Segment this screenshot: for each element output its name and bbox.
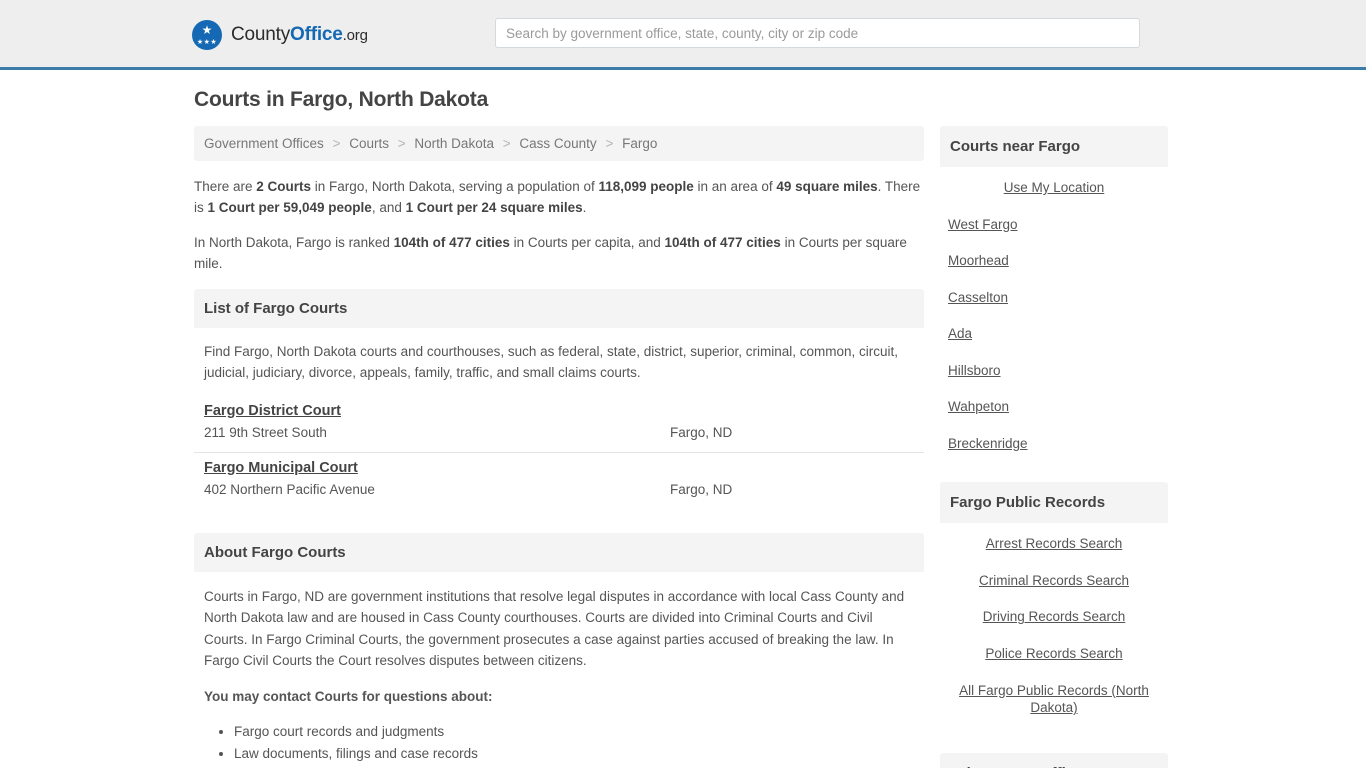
intro-text: In North Dakota, Fargo is ranked [194,234,394,250]
breadcrumb-item-north-dakota[interactable]: North Dakota [414,136,494,151]
court-detail-line: 402 Northern Pacific Avenue Fargo, ND [204,482,914,497]
breadcrumb-item-cass-county[interactable]: Cass County [519,136,596,151]
intro-text: . [582,199,587,215]
about-courts-lead: You may contact Courts for questions abo… [204,688,493,704]
stat-rank-per-capita: 104th of 477 cities [393,234,510,250]
breadcrumb-item-government-offices[interactable]: Government Offices [204,136,324,151]
stat-rank-per-sq-mile: 104th of 477 cities [664,234,781,250]
logo-text: CountyOffice.org [231,24,368,46]
breadcrumb: Government Offices > Courts > North Dako… [194,126,924,161]
sidebar-item-breckenridge[interactable]: Breckenridge [940,435,1168,453]
stat-courts-per-area: 1 Court per 24 square miles [405,199,583,215]
breadcrumb-separator: > [397,136,406,151]
intro-stats: There are 2 Courts in Fargo, North Dakot… [194,177,924,275]
stat-courts-per-people: 1 Court per 59,049 people [207,199,372,215]
stat-population: 118,099 people [598,179,694,194]
site-logo[interactable]: ★ ★★★ CountyOffice.org [192,20,368,50]
logo-text-office: Office [290,24,343,45]
table-row: Fargo District Court 211 9th Street Sout… [194,396,924,453]
breadcrumb-item-courts[interactable]: Courts [349,136,389,151]
breadcrumb-separator: > [332,136,341,151]
page-body: Courts in Fargo, North Dakota Government… [0,88,1366,768]
sidebar-item-casselton[interactable]: Casselton [940,289,1168,307]
list-of-courts-description: Find Fargo, North Dakota courts and cour… [204,343,899,380]
main-content: Government Offices > Courts > North Dako… [194,126,924,768]
intro-text: in an area of [693,179,777,194]
list-of-courts-body: Find Fargo, North Dakota courts and cour… [194,328,924,384]
all-fargo-public-records-link[interactable]: All Fargo Public Records (North Dakota) [940,682,1168,717]
about-courts-panel: About Fargo Courts Courts in Fargo, ND a… [194,532,924,768]
other-fargo-offices-heading: Other Fargo Offices [940,752,1168,768]
intro-paragraph-2: In North Dakota, Fargo is ranked 104th o… [194,233,924,275]
about-courts-bullet-list: Fargo court records and judgments Law do… [204,722,914,768]
court-city-state: Fargo, ND [670,424,733,440]
intro-paragraph-1: There are 2 Courts in Fargo, North Dakot… [194,177,924,219]
list-item: Law documents, filings and case records [234,744,914,764]
breadcrumb-item-fargo[interactable]: Fargo [622,136,657,151]
about-courts-heading: About Fargo Courts [194,532,924,572]
fargo-public-records-panel: Fargo Public Records Arrest Records Sear… [940,482,1168,736]
stat-area: 49 square miles [776,179,878,194]
courts-near-fargo-list: Use My Location West Fargo Moorhead Cass… [940,167,1168,466]
courts-near-fargo-heading: Courts near Fargo [940,126,1168,167]
intro-text: in Courts per capita, and [509,234,665,250]
court-name-link[interactable]: Fargo District Court [204,403,341,419]
use-my-location-link[interactable]: Use My Location [940,179,1168,197]
arrest-records-search-link[interactable]: Arrest Records Search [940,535,1168,553]
sidebar: Courts near Fargo Use My Location West F… [940,126,1168,768]
intro-text: , and [371,199,406,215]
fargo-public-records-heading: Fargo Public Records [940,482,1168,524]
about-courts-body: Courts in Fargo, ND are government insti… [194,572,924,768]
table-row: Fargo Municipal Court 402 Northern Pacif… [194,453,924,509]
logo-text-org: .org [342,27,368,44]
stat-court-count: 2 Courts [256,179,312,194]
courts-near-fargo-panel: Courts near Fargo Use My Location West F… [940,126,1168,466]
list-of-courts-heading: List of Fargo Courts [194,288,924,328]
breadcrumb-separator: > [605,136,614,151]
about-courts-paragraph: Courts in Fargo, ND are government insti… [204,588,905,669]
court-city-state: Fargo, ND [670,481,733,497]
breadcrumb-separator: > [502,136,511,151]
sidebar-item-west-fargo[interactable]: West Fargo [940,216,1168,234]
criminal-records-search-link[interactable]: Criminal Records Search [940,572,1168,590]
search-input[interactable] [495,18,1140,48]
driving-records-search-link[interactable]: Driving Records Search [940,608,1168,626]
court-detail-line: 211 9th Street South Fargo, ND [204,425,914,440]
list-item: Fargo court records and judgments [234,722,914,742]
court-address: 211 9th Street South [204,424,327,440]
sidebar-item-wahpeton[interactable]: Wahpeton [940,398,1168,416]
police-records-search-link[interactable]: Police Records Search [940,645,1168,663]
intro-text: There are [194,179,257,194]
court-name-link[interactable]: Fargo Municipal Court [204,460,358,476]
fargo-public-records-list: Arrest Records Search Criminal Records S… [940,523,1168,736]
eagle-seal-icon: ★ ★★★ [192,20,222,50]
site-header: ★ ★★★ CountyOffice.org [0,0,1366,70]
page-title: Courts in Fargo, North Dakota [194,88,489,111]
sidebar-item-hillsboro[interactable]: Hillsboro [940,362,1168,380]
court-address: 402 Northern Pacific Avenue [204,481,375,497]
sidebar-item-moorhead[interactable]: Moorhead [940,252,1168,270]
logo-text-county: County [231,24,291,45]
other-fargo-offices-panel: Other Fargo Offices [940,752,1168,768]
list-of-courts-panel: List of Fargo Courts Find Fargo, North D… [194,288,924,509]
sidebar-item-ada[interactable]: Ada [940,325,1168,343]
intro-text: in Fargo, North Dakota, serving a popula… [311,179,599,194]
court-list: Fargo District Court 211 9th Street Sout… [194,396,924,509]
